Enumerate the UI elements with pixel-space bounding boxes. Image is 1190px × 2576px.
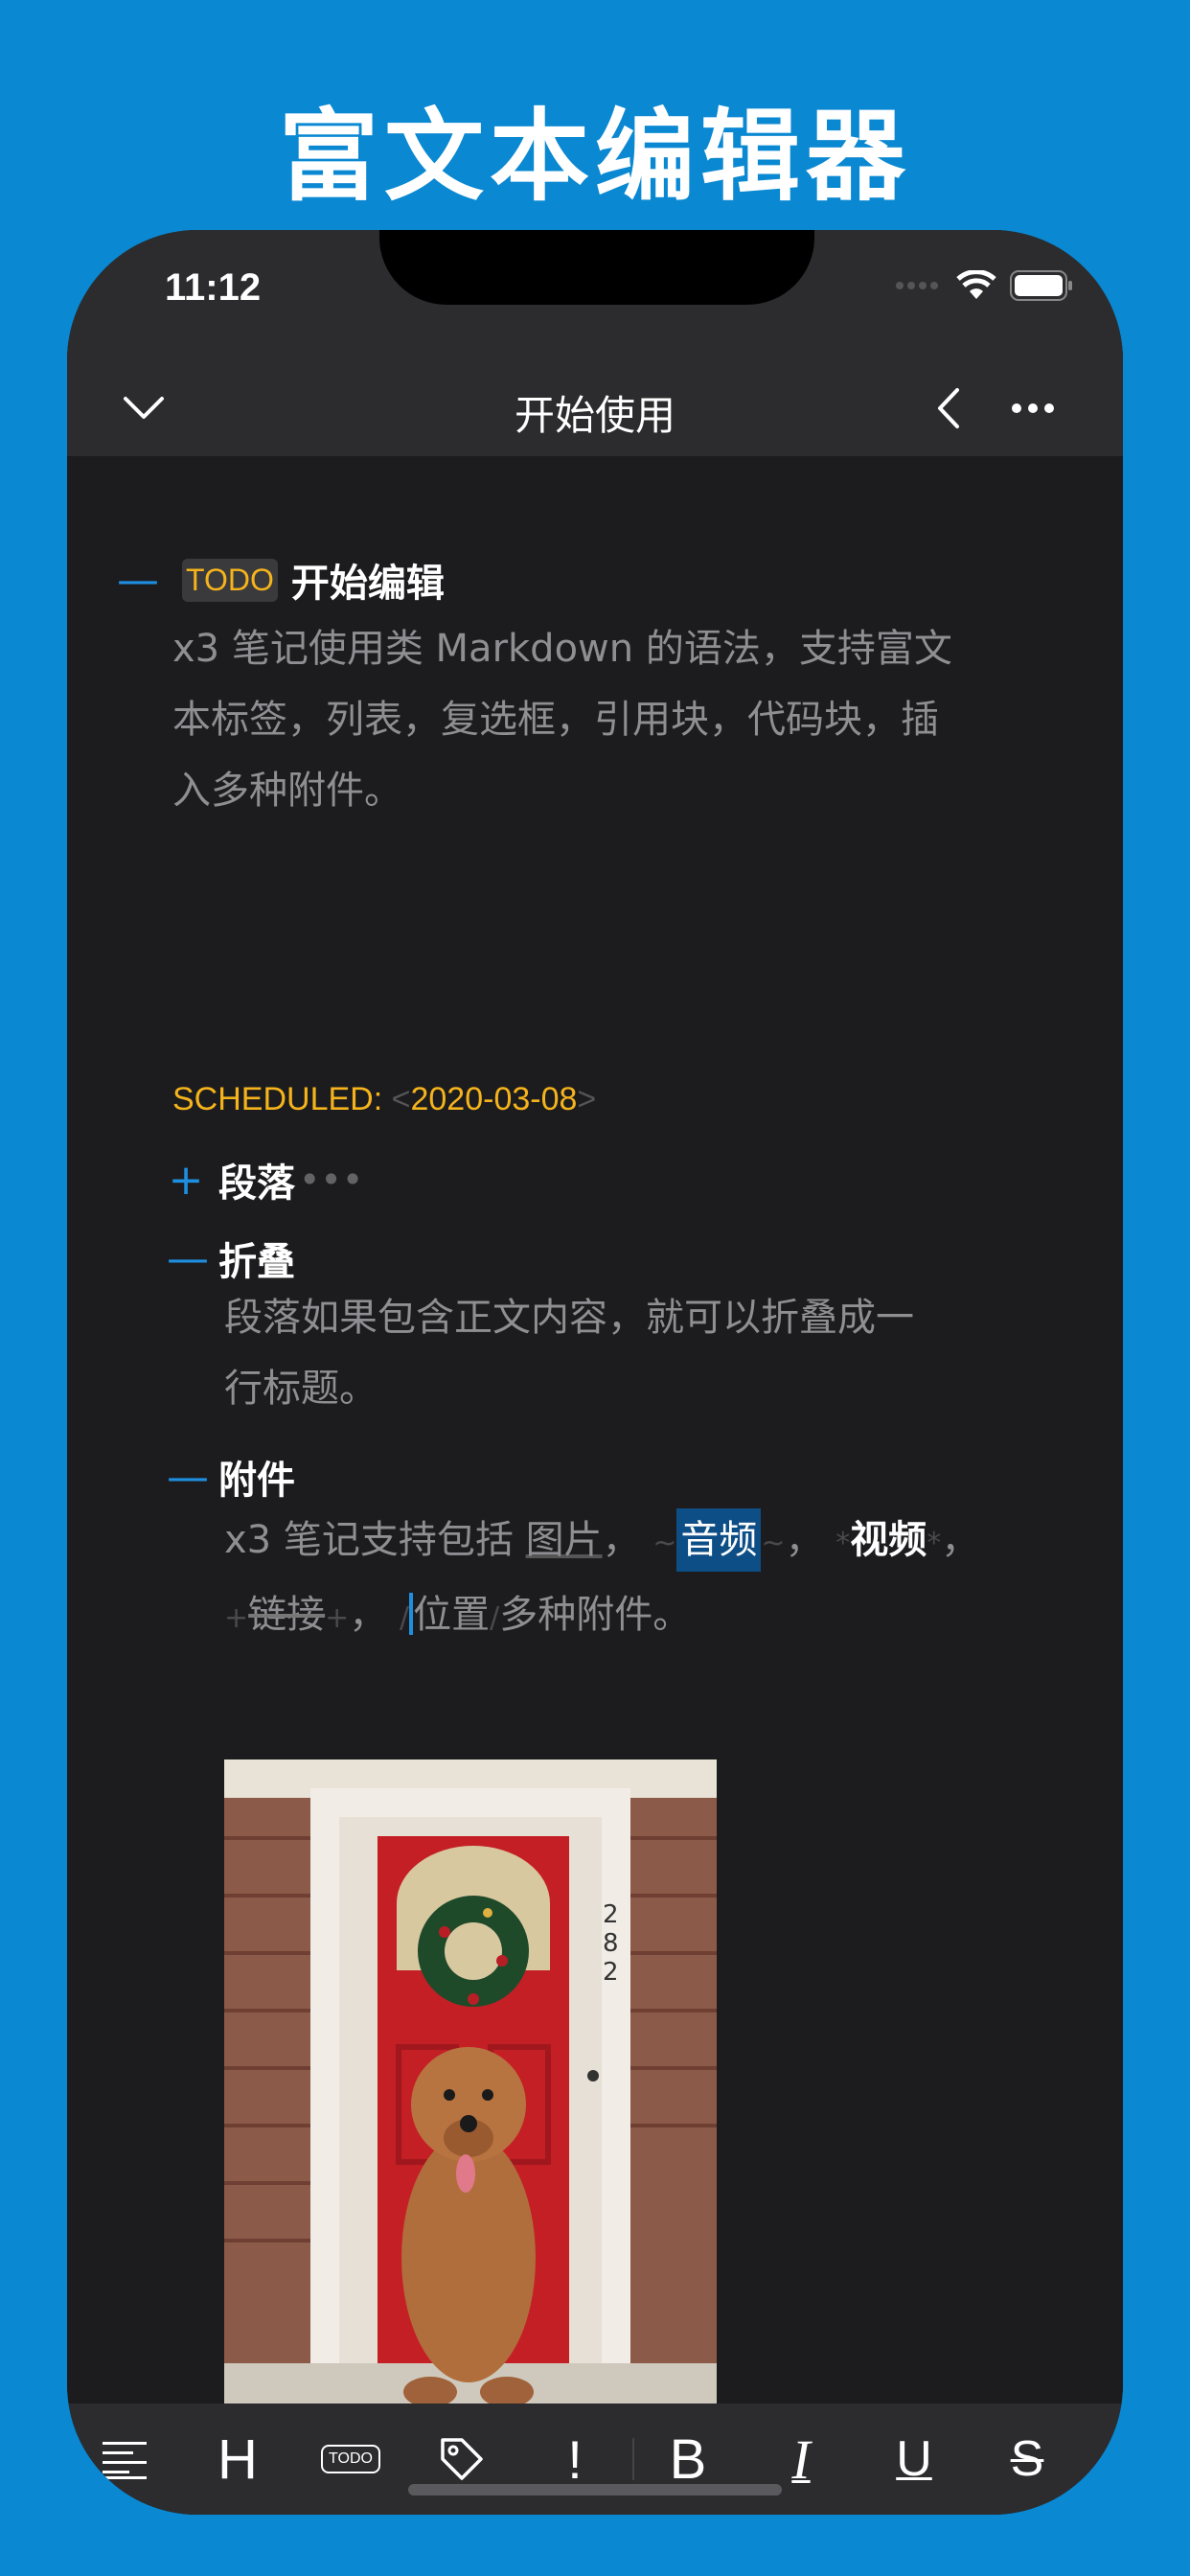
collapse-bullet[interactable]: — [167,1453,209,1502]
nav-bar: 开始使用 [67,356,1123,456]
body-line: x3 笔记使用类 Markdown 的语法，支持富文 [172,627,952,671]
more-button[interactable] [1006,381,1060,435]
heading-button[interactable]: H [190,2413,286,2505]
body-line: 本标签，列表，复选框，引用块，代码块，插 [172,698,939,742]
phone-frame: 11:12 开始使用 — TODO 开始编辑 x3 笔记使用类 Markdown… [67,230,1123,2515]
signal-icon [896,282,938,289]
attachments-line-2: +链接+， / 位置/多种附件。 [224,1593,692,1637]
outline-item-attachments[interactable]: — 附件 [167,1449,295,1505]
heading-paragraph[interactable]: 段落 [218,1152,295,1208]
status-time: 11:12 [165,266,262,309]
tag-icon [441,2438,483,2480]
svg-text:2: 2 [603,1958,619,1987]
wifi-icon [956,270,996,299]
location-text[interactable]: 位置 [413,1593,490,1637]
expand-bullet[interactable]: + [167,1156,205,1205]
todo-icon: TODO [321,2445,380,2473]
audio-text-selected[interactable]: 音频 [676,1508,762,1572]
scheduled-label: SCHEDULED: [172,1081,383,1117]
back-button[interactable] [922,381,975,435]
heading-fold[interactable]: 折叠 [218,1230,295,1286]
more-icon [1012,403,1054,413]
strikethrough-icon: S [1010,2431,1044,2487]
video-bold-text[interactable]: 视频 [850,1518,927,1562]
todo-button[interactable]: TODO [303,2413,399,2505]
svg-text:2: 2 [603,1900,619,1929]
body-paragraph-fold[interactable]: 段落如果包含正文内容，就可以折叠成一 行标题。 [224,1282,914,1424]
scheduled-line[interactable]: SCHEDULED: <2020-03-08> [172,1081,596,1118]
format-toolbar: H TODO ! B I U S [67,2404,1123,2515]
outline-item-paragraph[interactable]: + 段落 ••• [167,1152,364,1208]
image-link[interactable]: 图片 [526,1518,603,1562]
italic-icon: I [791,2427,811,2491]
heading-start-editing[interactable]: 开始编辑 [291,552,445,608]
strikethrough-button[interactable]: S [979,2413,1075,2505]
bold-icon: B [669,2427,707,2491]
attachment-photo[interactable]: 2 8 2 [224,1760,717,2497]
outline-item-start[interactable]: — TODO 开始编辑 [117,552,445,608]
status-bar: 11:12 [67,230,1123,356]
link-strikethrough-text[interactable]: 链接 [248,1593,325,1637]
body-line: 段落如果包含正文内容，就可以折叠成一 [224,1296,914,1340]
folded-ellipsis[interactable]: ••• [299,1159,363,1201]
heading-icon: H [217,2427,258,2491]
body-line: 行标题。 [224,1367,378,1411]
body-paragraph-attachments[interactable]: x3 笔记支持包括 图片， ~ 音频 ~， *视频*， +链接+， / 位置/多种附件… [224,1505,979,1654]
editor-content[interactable]: — TODO 开始编辑 x3 笔记使用类 Markdown 的语法，支持富文 本… [67,456,1123,2497]
scheduled-date[interactable]: 2020-03-08 [410,1081,577,1117]
toolbar-divider [632,2438,634,2480]
collapse-bullet[interactable]: — [167,1234,209,1283]
dog-at-door-image: 2 8 2 [224,1760,717,2497]
align-button[interactable] [77,2413,172,2505]
heading-attachments[interactable]: 附件 [218,1449,295,1505]
body-paragraph-intro[interactable]: x3 笔记使用类 Markdown 的语法，支持富文 本标签，列表，复选框，引用… [172,613,952,826]
body-line: 入多种附件。 [172,769,402,813]
scheduled-bracket-open: < [391,1081,411,1117]
collapse-bullet[interactable]: — [117,556,159,605]
underline-button[interactable]: U [866,2413,962,2505]
align-left-icon [103,2442,147,2479]
battery-icon [1010,270,1072,301]
chevron-left-icon [938,388,959,428]
scheduled-bracket-close: > [577,1081,597,1117]
svg-text:8: 8 [603,1929,619,1958]
status-icons [895,270,1073,301]
priority-icon: ! [567,2428,583,2490]
home-indicator[interactable] [408,2484,782,2496]
todo-tag[interactable]: TODO [182,558,278,602]
outline-item-fold[interactable]: — 折叠 [167,1230,295,1286]
notch [379,230,814,305]
underline-icon: U [896,2431,932,2487]
promo-title: 富文本编辑器 [278,98,911,215]
attachments-line-1: x3 笔记支持包括 图片， ~ 音频 ~， *视频*， [224,1505,979,1579]
